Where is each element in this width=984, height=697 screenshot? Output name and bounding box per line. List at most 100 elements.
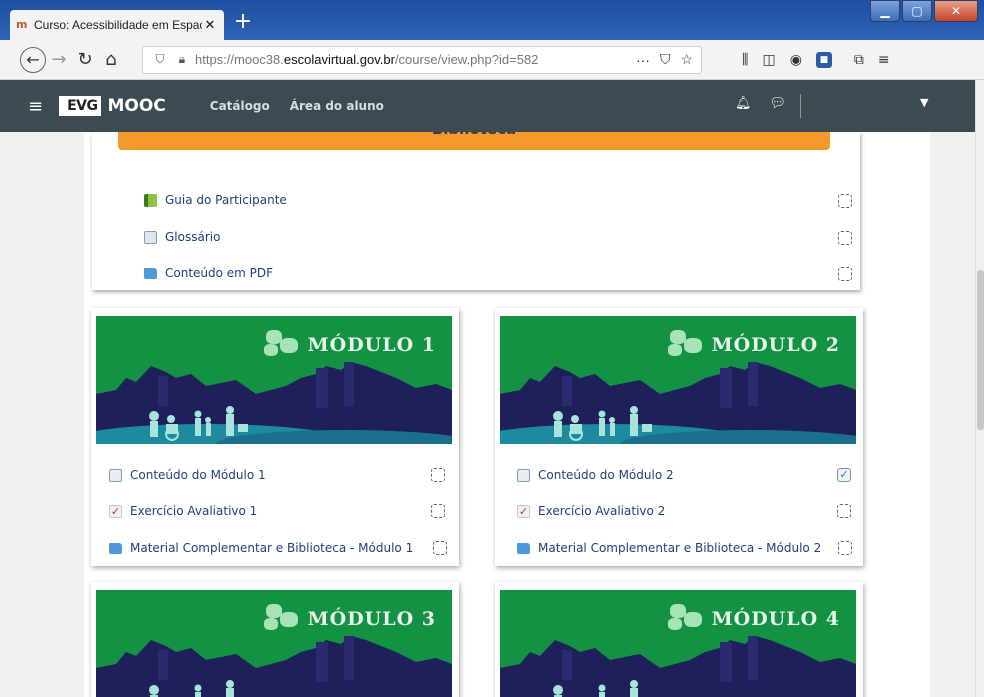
module-title: MÓDULO 3 [263, 604, 436, 634]
activity-label: Guia do Participante [165, 193, 287, 207]
completion-checkbox[interactable] [837, 504, 851, 518]
module-title-text: MÓDULO 1 [307, 334, 436, 356]
activity-exercicio-avaliativo-2[interactable]: ✓ Exercício Avaliativo 2 [517, 500, 665, 522]
header-icons: 🔔︎ 💬︎ [735, 96, 786, 111]
completion-checkbox[interactable] [433, 541, 447, 555]
module-title-text: MÓDULO 3 [307, 608, 436, 630]
scrollbar-thumb[interactable] [977, 270, 984, 430]
completion-checkbox[interactable] [838, 541, 852, 555]
hexagons-icon [263, 330, 302, 360]
activity-label: Conteúdo em PDF [165, 266, 274, 280]
browser-navigation-bar: ← → ↻ ⌂ ⛉ 🔒︎ https://mooc38.escolavirtua… [0, 40, 984, 80]
extension-icon[interactable]: ■ [815, 51, 832, 68]
page-actions-icon[interactable]: ··· [636, 52, 650, 68]
module-card-3: MÓDULO 3 [91, 582, 459, 697]
folder-icon [144, 267, 157, 279]
minimize-button[interactable]: ▁ [870, 0, 900, 22]
module-title-text: MÓDULO 2 [711, 334, 840, 356]
completion-checkbox[interactable] [431, 504, 445, 518]
window-controls: ▁ ▢ ✕ [868, 0, 978, 24]
menu-icon[interactable]: ≡ [878, 52, 890, 68]
activity-exercicio-avaliativo-1[interactable]: ✓ Exercício Avaliativo 1 [109, 500, 257, 522]
folder-icon [109, 542, 122, 554]
module-banner-image[interactable]: MÓDULO 1 [96, 316, 452, 444]
account-icon[interactable]: ◉ [790, 52, 802, 68]
page-icon [109, 468, 122, 482]
new-tab-button[interactable]: + [232, 10, 254, 36]
module-card-4: MÓDULO 4 [495, 582, 863, 697]
module-title: MÓDULO 4 [667, 604, 840, 634]
completion-checkbox[interactable] [838, 267, 852, 281]
activity-label: Glossário [165, 230, 221, 244]
course-content: Biblioteca Guia do Participante Glossári… [0, 132, 975, 697]
activity-material-complementar-1[interactable]: Material Complementar e Biblioteca - Mód… [109, 537, 413, 559]
reload-icon[interactable]: ↻ [72, 47, 98, 73]
browser-toolbar: ⫼ ◫ ◉ ■ ⧉ ≡ [742, 51, 890, 68]
url-domain: escolavirtual.gov.br [283, 52, 395, 67]
page-scrollbar[interactable] [975, 80, 984, 697]
sidebar-icon[interactable]: ◫ [762, 52, 775, 68]
header-divider [800, 94, 801, 118]
notifications-bell-icon[interactable]: 🔔︎ [735, 96, 752, 111]
nav-area-do-aluno[interactable]: Área do aluno [290, 99, 384, 113]
completion-checkbox[interactable] [838, 194, 852, 208]
module-banner-image[interactable]: MÓDULO 2 [500, 316, 856, 444]
browser-tab-bar: m Curso: Acessibilidade em Espaç ✕ + ▁ ▢… [0, 0, 984, 40]
activity-conteudo-modulo-1[interactable]: Conteúdo do Módulo 1 [109, 464, 266, 486]
pocket-icon[interactable]: ⛉ [660, 51, 671, 68]
hexagons-icon [263, 604, 302, 634]
folder-icon [517, 542, 530, 554]
address-bar[interactable]: ⛉ 🔒︎ https://mooc38.escolavirtual.gov.br… [142, 45, 702, 74]
close-window-button[interactable]: ✕ [934, 0, 978, 22]
activity-label: Material Complementar e Biblioteca - Mód… [538, 541, 822, 555]
site-favicon-icon: m [16, 18, 28, 31]
quiz-icon: ✓ [517, 504, 530, 518]
activity-glossario[interactable]: Glossário [144, 226, 220, 248]
completion-checkbox-checked[interactable]: ✓ [837, 468, 851, 482]
activity-conteudo-modulo-2[interactable]: Conteúdo do Módulo 2 [517, 464, 674, 486]
tab-close-icon[interactable]: ✕ [202, 18, 218, 33]
hamburger-menu-icon[interactable]: ≡ [28, 96, 43, 117]
forward-arrow-icon[interactable]: → [46, 47, 72, 73]
url-path: /course/view.php?id=582 [394, 52, 539, 67]
bookmark-star-icon[interactable]: ☆ [680, 51, 693, 68]
module-title: MÓDULO 2 [667, 330, 840, 360]
back-arrow-icon[interactable]: ← [20, 46, 46, 73]
messages-chat-icon[interactable]: 💬︎ [770, 96, 787, 111]
brand-name: MOOC [107, 96, 166, 116]
maximize-button[interactable]: ▢ [902, 0, 932, 22]
activity-conteudo-em-pdf[interactable]: Conteúdo em PDF [144, 262, 273, 284]
activity-material-complementar-2[interactable]: Material Complementar e Biblioteca - Mód… [517, 537, 821, 559]
biblioteca-card: Biblioteca Guia do Participante Glossári… [92, 132, 860, 290]
url-text: https://mooc38.escolavirtual.gov.br/cour… [195, 52, 626, 67]
module-card-2: MÓDULO 2 Conteúdo do Módulo 2 ✓ ✓ Exercí… [495, 308, 863, 566]
module-banner-image[interactable]: MÓDULO 4 [500, 590, 856, 697]
url-prefix: https://mooc38. [195, 52, 284, 67]
lock-icon[interactable]: 🔒︎ [173, 52, 191, 67]
home-icon[interactable]: ⌂ [98, 47, 124, 73]
library-icon[interactable]: ⫼ [742, 52, 748, 68]
activity-label: Conteúdo do Módulo 2 [538, 468, 674, 482]
module-title: MÓDULO 1 [263, 330, 436, 360]
module-card-1: MÓDULO 1 Conteúdo do Módulo 1 ✓ Exercíci… [91, 308, 459, 566]
site-logo[interactable]: EVG MOOC [59, 96, 166, 116]
activity-label: Exercício Avaliativo 2 [538, 504, 666, 518]
user-menu-caret-icon[interactable]: ▼ [920, 96, 928, 109]
browser-tab-active[interactable]: m Curso: Acessibilidade em Espaç ✕ [10, 10, 224, 40]
completion-checkbox[interactable] [838, 231, 852, 245]
hexagons-icon [667, 330, 706, 360]
module-title-text: MÓDULO 4 [711, 608, 840, 630]
completion-checkbox[interactable] [431, 468, 445, 482]
extensions-puzzle-icon[interactable]: ⧉ [854, 52, 864, 68]
nav-catalogo[interactable]: Catálogo [210, 99, 270, 113]
shield-icon[interactable]: ⛉ [151, 52, 169, 67]
glossary-icon [144, 230, 157, 244]
page-icon [517, 468, 530, 482]
hexagons-icon [667, 604, 706, 634]
module-banner-image[interactable]: MÓDULO 3 [96, 590, 452, 697]
activity-label: Conteúdo do Módulo 1 [130, 468, 266, 482]
activity-guia-do-participante[interactable]: Guia do Participante [144, 189, 287, 211]
quiz-icon: ✓ [109, 504, 122, 518]
tab-title: Curso: Acessibilidade em Espaç [34, 18, 202, 32]
book-icon [144, 193, 157, 207]
